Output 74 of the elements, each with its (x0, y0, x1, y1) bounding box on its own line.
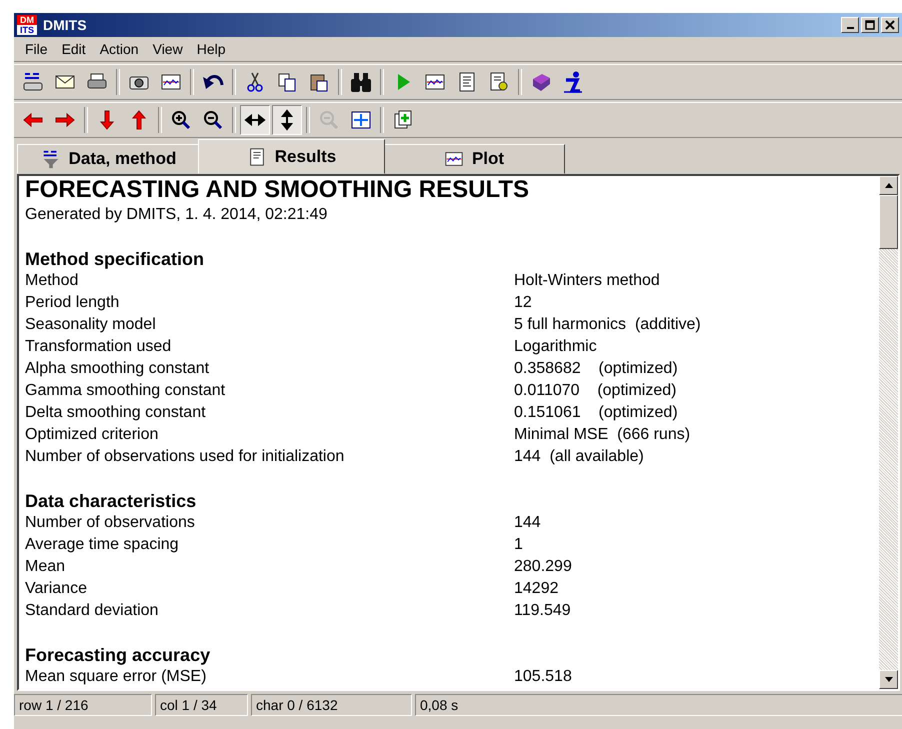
section-heading: Method specification (25, 248, 206, 270)
scroll-thumb[interactable] (879, 195, 898, 249)
field-label: Alpha smoothing constant (25, 359, 210, 379)
maximize-button[interactable] (861, 17, 879, 33)
field-value: 0.358682 (optimized) (514, 359, 678, 379)
field-value: 119.549 (514, 601, 571, 621)
maximize-icon (865, 20, 875, 30)
field-value: 1 (514, 535, 523, 555)
menu-item[interactable]: Help (190, 41, 232, 57)
menu-item[interactable]: View (146, 41, 190, 57)
field-label: Variance (25, 579, 88, 599)
binoculars-icon (350, 71, 372, 93)
horizontal-arrows-button[interactable] (240, 105, 270, 135)
field-value: 144 (514, 513, 541, 533)
menu-item[interactable]: Action (92, 41, 146, 57)
field-value: 105.518 (514, 667, 572, 687)
menu-item[interactable]: File (18, 41, 55, 57)
field-value: 5 full harmonics (additive) (514, 315, 701, 335)
field-value: 12 (514, 293, 532, 313)
tab[interactable]: Plot (383, 144, 565, 174)
field-label: Period length (25, 293, 120, 313)
scroll-up-icon (884, 183, 892, 188)
field-label: Mean square error (MSE) (25, 667, 208, 687)
field-label: Seasonality model (25, 315, 157, 335)
field-value: Logarithmic (514, 337, 597, 357)
section-heading: Data characteristics (25, 490, 198, 512)
field-value: Minimal MSE (666 runs) (514, 425, 690, 445)
field-label: Standard deviation (25, 601, 160, 621)
copy-icon (276, 71, 298, 93)
field-label: Gamma smoothing constant (25, 381, 226, 401)
section-heading: Forecasting accuracy (25, 644, 212, 666)
field-label: Optimized criterion (25, 425, 160, 445)
status-field: 0,08 s (415, 694, 902, 716)
report-subtitle: Generated by DMITS, 1. 4. 2014, 02:21:49 (25, 205, 328, 225)
status-field: char 0 / 6132 (251, 694, 412, 716)
close-icon (885, 20, 895, 30)
field-label: Transformation used (25, 337, 172, 357)
report-title: FORECASTING AND SMOOTHING RESULTS (25, 176, 530, 204)
status-field: col 1 / 34 (155, 694, 248, 716)
minimize-button[interactable] (841, 17, 859, 33)
magnifier-icon (318, 109, 340, 131)
field-value: 0.151061 (optimized) (514, 403, 678, 423)
app-logo: DM ITS (17, 15, 37, 35)
scrollbar[interactable] (879, 176, 898, 689)
field-label: Average time spacing (25, 535, 180, 555)
field-label: Number of observations used for initialization (25, 447, 346, 467)
window-title: DMITS (43, 17, 87, 33)
scroll-down-icon (884, 677, 892, 682)
field-label: Method (25, 271, 80, 291)
menu-item[interactable]: Edit (54, 41, 93, 57)
field-value: 280.299 (514, 557, 572, 577)
vertical-arrows-button[interactable] (272, 105, 302, 135)
field-label: Mean (25, 557, 66, 577)
tab[interactable]: Results (198, 139, 385, 174)
info-icon (562, 71, 584, 93)
fit-icon (350, 109, 372, 131)
minimize-icon (846, 27, 854, 29)
new-page-icon (392, 109, 414, 131)
field-value: 14292 (514, 579, 558, 599)
field-label: Delta smoothing constant (25, 403, 207, 423)
close-button[interactable] (881, 17, 899, 33)
field-value: 0.011070 (optimized) (514, 381, 676, 401)
field-value: Holt-Winters method (514, 271, 660, 291)
chart-icon (444, 149, 464, 169)
status-field: row 1 / 216 (14, 694, 152, 716)
field-label: Number of observations (25, 513, 196, 533)
field-value: 144 (all available) (514, 447, 644, 467)
scroll-up-button[interactable] (879, 176, 898, 195)
data-icon (22, 71, 44, 93)
data-icon (40, 149, 61, 169)
tab[interactable]: Data, method (17, 144, 200, 174)
zoom-in-icon (170, 109, 192, 131)
scroll-down-button[interactable] (879, 670, 898, 689)
zoom-out-icon (202, 109, 224, 131)
